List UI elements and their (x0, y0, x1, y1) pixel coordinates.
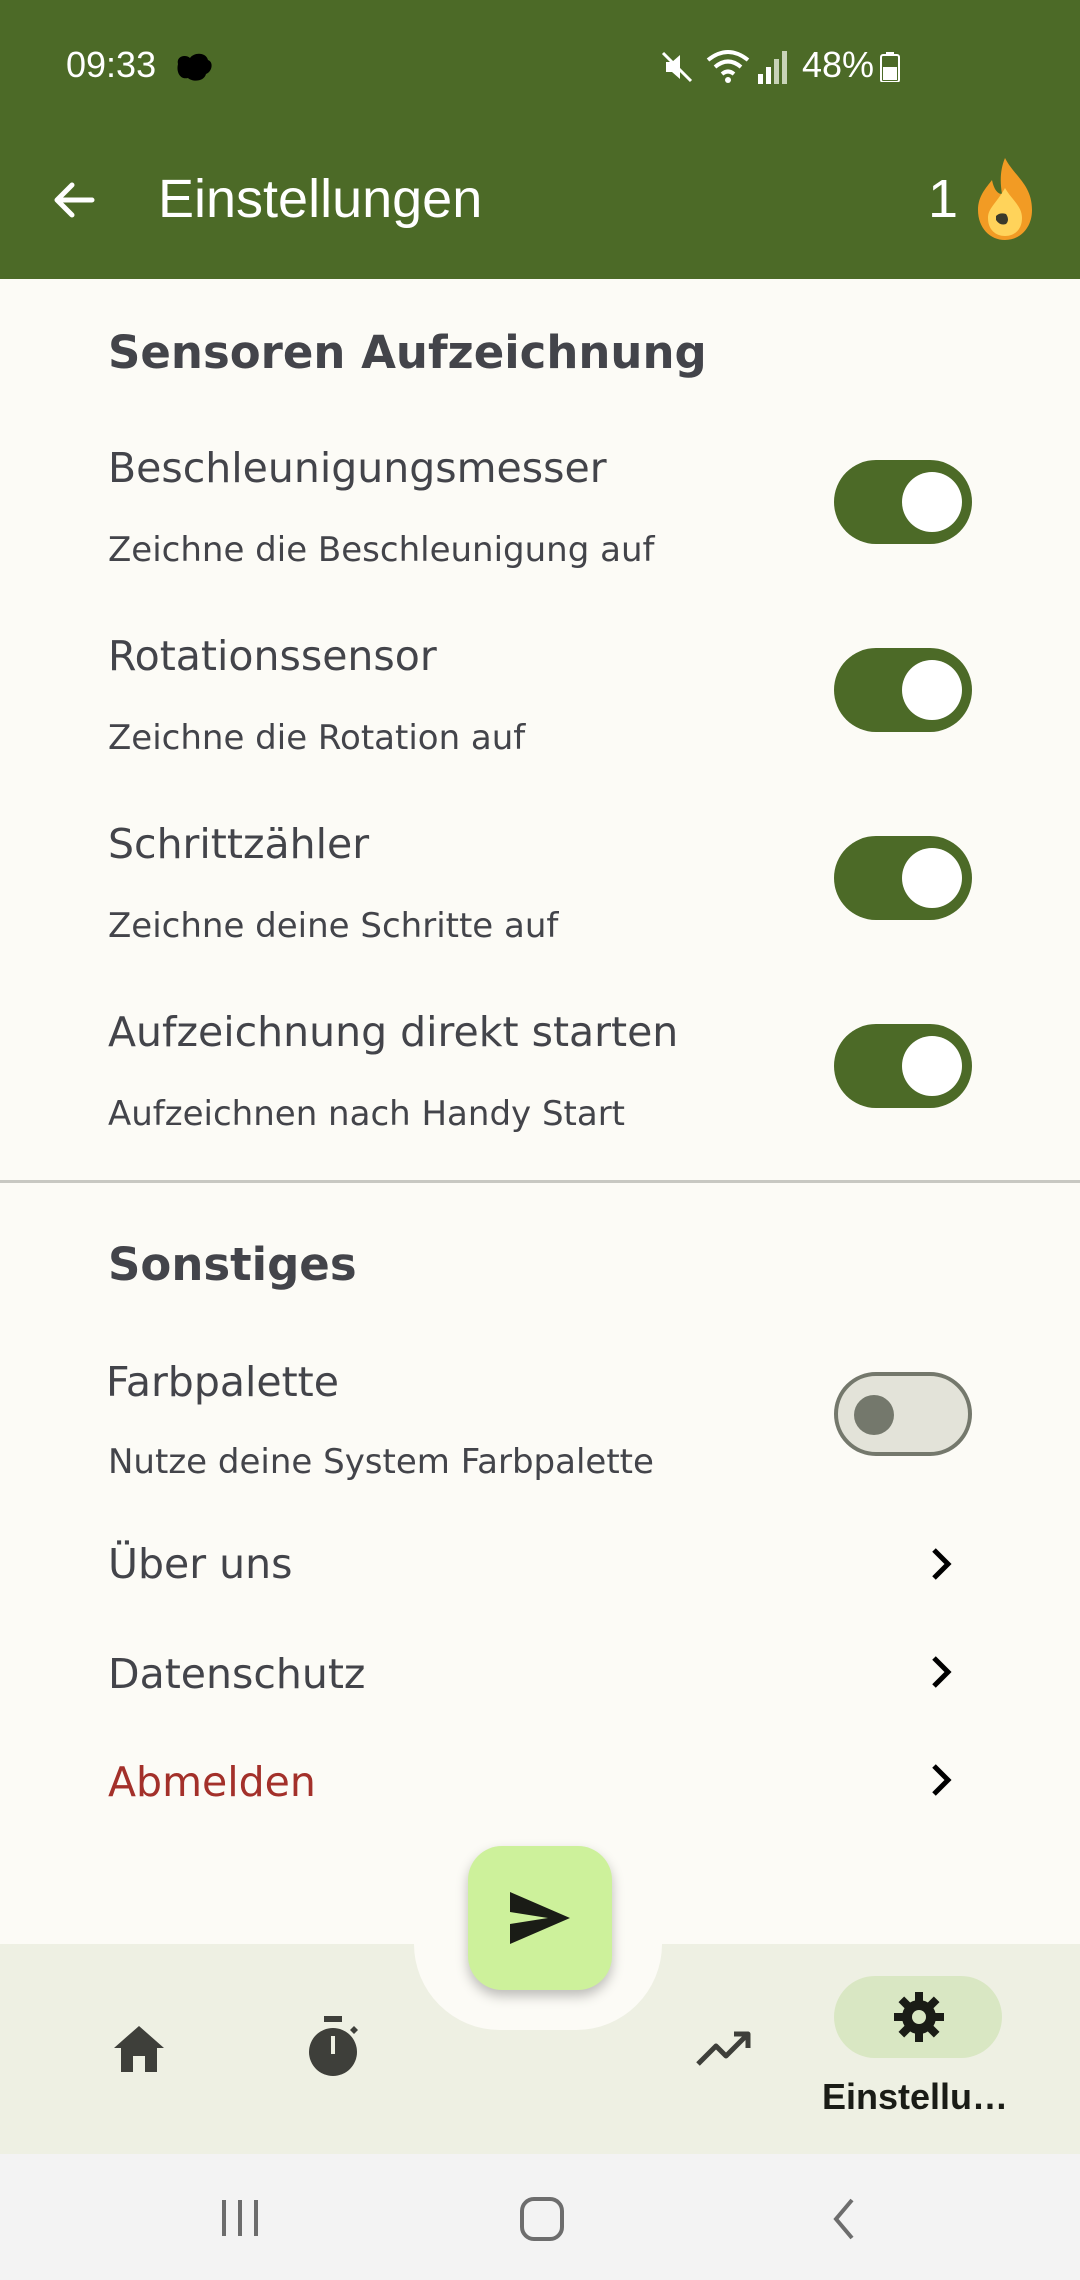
link-label: Datenschutz (108, 1650, 366, 1698)
arrow-back-icon[interactable] (44, 170, 104, 230)
send-fab-button[interactable] (468, 1846, 612, 1990)
setting-title: Schrittzähler (108, 820, 370, 868)
stopwatch-icon[interactable] (306, 2016, 360, 2078)
toggle-knob (854, 1395, 894, 1435)
gear-icon (894, 1992, 944, 2042)
palette-toggle[interactable] (834, 1372, 972, 1456)
rotation-toggle[interactable] (834, 648, 972, 732)
mute-icon (661, 51, 693, 83)
chevron-right-icon (932, 1548, 952, 1580)
link-label: Über uns (108, 1540, 293, 1588)
toggle-knob (902, 848, 962, 908)
setting-subtitle: Zeichne die Rotation auf (108, 718, 526, 758)
battery-percent: 48% (802, 44, 875, 85)
toggle-knob (902, 660, 962, 720)
nav-item-settings[interactable] (834, 1976, 1002, 2058)
section-divider (0, 1180, 1080, 1183)
logout-label: Abmelden (108, 1758, 316, 1806)
setting-subtitle: Nutze deine System Farbpalette (108, 1442, 654, 1482)
nav-label-settings: Einstellu… (822, 2076, 1009, 2117)
chevron-right-icon (932, 1764, 952, 1796)
setting-title: Farbpalette (106, 1358, 339, 1406)
toggle-knob (902, 472, 962, 532)
setting-subtitle: Zeichne deine Schritte auf (108, 906, 559, 946)
system-navigation-bar (0, 2154, 1080, 2280)
chevron-right-icon (932, 1656, 952, 1688)
signal-icon (758, 51, 787, 84)
section-title-sensors: Sensoren Aufzeichnung (108, 326, 707, 379)
app-bar: Einstellungen 1 (0, 134, 1080, 279)
autostart-toggle[interactable] (834, 1024, 972, 1108)
page-title: Einstellungen (158, 169, 483, 229)
home-icon[interactable] (112, 2024, 166, 2074)
streak-count: 1 (928, 169, 959, 229)
status-bar: 09:33 48% (0, 0, 1080, 134)
setting-subtitle: Aufzeichnen nach Handy Start (108, 1094, 626, 1134)
section-title-other: Sonstiges (108, 1238, 357, 1291)
toggle-knob (902, 1036, 962, 1096)
accelerometer-toggle[interactable] (834, 460, 972, 544)
send-icon (510, 1892, 570, 1944)
step-counter-toggle[interactable] (834, 836, 972, 920)
notification-blob-icon (177, 53, 212, 81)
status-time: 09:33 (66, 44, 157, 85)
battery-icon (880, 52, 900, 82)
wifi-icon (706, 50, 750, 83)
setting-title: Aufzeichnung direkt starten (108, 1008, 679, 1056)
setting-title: Rotationssensor (108, 632, 437, 680)
trending-icon[interactable] (696, 2028, 752, 2068)
back-chevron-icon[interactable] (826, 2196, 862, 2242)
setting-title: Beschleunigungsmesser (108, 444, 607, 492)
flame-icon (978, 158, 1032, 240)
home-circle-icon[interactable] (518, 2196, 566, 2242)
recents-icon[interactable] (218, 2198, 262, 2238)
setting-subtitle: Zeichne die Beschleunigung auf (108, 530, 655, 570)
